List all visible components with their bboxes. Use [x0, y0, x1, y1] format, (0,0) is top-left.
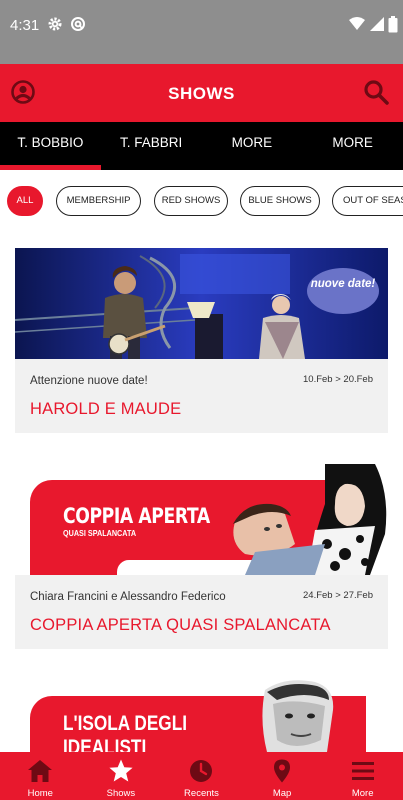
gear-icon: [47, 16, 63, 37]
venue-tabs: T. BOBBIO T. FABBRI MORE MORE: [0, 122, 403, 170]
star-icon: [109, 759, 133, 782]
nav-recents-label: Recents: [184, 788, 219, 799]
show-subtitle: Chiara Francini e Alessandro Federico: [30, 591, 226, 603]
search-icon: [364, 80, 389, 105]
poster-title: COPPIA APERTA: [63, 504, 210, 528]
nav-map[interactable]: Map: [242, 752, 323, 800]
poster-title-line-2: IDEALISTI: [63, 736, 147, 752]
show-card[interactable]: COPPIA APERTA QUASI SPALANCATA Chiara Fr…: [15, 464, 388, 649]
signal-icon: [369, 16, 385, 37]
status-bar: 4:31: [0, 0, 403, 64]
wifi-icon: [348, 16, 366, 37]
nav-shows-label: Shows: [106, 788, 136, 799]
show-image: COPPIA APERTA QUASI SPALANCATA: [15, 464, 388, 575]
show-title: HAROLD E MAUDE: [30, 400, 182, 418]
poster-subtitle: QUASI SPALANCATA: [63, 528, 137, 538]
new-dates-badge: nuove date!: [307, 268, 379, 314]
nav-map-label: Map: [272, 788, 292, 799]
show-title: COPPIA APERTA QUASI SPALANCATA: [30, 616, 331, 634]
filter-blue-shows[interactable]: BLUE SHOWS: [240, 186, 320, 216]
show-card[interactable]: L'ISOLA DEGLI IDEALISTI: [15, 680, 388, 752]
show-subtitle: Attenzione nuove date!: [30, 375, 148, 387]
filter-all[interactable]: ALL: [7, 186, 43, 216]
battery-icon: [388, 16, 398, 38]
page-title: SHOWS: [168, 84, 235, 103]
nav-home[interactable]: Home: [0, 752, 81, 800]
nav-more[interactable]: More: [322, 752, 403, 800]
filter-out-of-season[interactable]: OUT OF SEASON: [332, 186, 403, 216]
nav-more-label: More: [351, 788, 374, 799]
map-pin-icon: [274, 759, 291, 783]
status-time: 4:31: [10, 17, 40, 34]
app-bar: SHOWS: [0, 64, 403, 122]
show-dates: 10.Feb > 20.Feb: [303, 374, 373, 385]
poster-title-line-1: L'ISOLA DEGLI: [63, 712, 187, 735]
filter-chips: ALL MEMBERSHIP RED SHOWS BLUE SHOWS OUT …: [0, 186, 403, 218]
filter-membership[interactable]: MEMBERSHIP: [56, 186, 141, 216]
home-icon: [28, 760, 53, 782]
tab-t-bobbio[interactable]: T. BOBBIO: [0, 122, 101, 170]
show-image: L'ISOLA DEGLI IDEALISTI: [15, 680, 388, 752]
nav-shows[interactable]: Shows: [81, 752, 162, 800]
tab-t-fabbri[interactable]: T. FABBRI: [101, 122, 202, 170]
bottom-nav: Home Shows Recents Map More: [0, 752, 403, 800]
menu-icon: [351, 762, 374, 780]
tab-more-1[interactable]: MORE: [202, 122, 303, 170]
search-button[interactable]: [362, 78, 392, 108]
tab-more-2[interactable]: MORE: [302, 122, 403, 170]
at-icon: [70, 16, 86, 37]
nav-home-label: Home: [27, 788, 53, 799]
show-image: nuove date!: [15, 248, 388, 359]
clock-icon: [190, 760, 213, 782]
show-dates: 24.Feb > 27.Feb: [303, 590, 373, 601]
filter-red-shows[interactable]: RED SHOWS: [154, 186, 228, 216]
show-card[interactable]: nuove date! Attenzione nuove date! 10.Fe…: [15, 248, 388, 433]
nav-recents[interactable]: Recents: [161, 752, 242, 800]
